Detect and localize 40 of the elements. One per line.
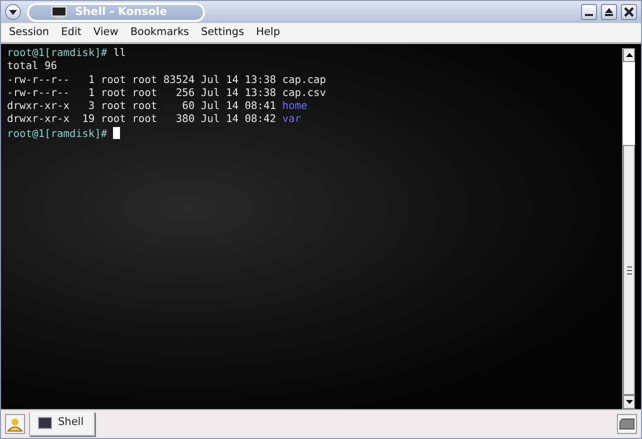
terminal-icon-button[interactable] (617, 414, 637, 434)
terminal-text: -rw-r--r-- 1 root root 256 Jul 14 13:38 cap.csv (7, 86, 326, 99)
terminal-text: drwxr-xr-x 19 root root 380 Jul 14 08:42 (7, 113, 277, 126)
window-menu-button[interactable] (5, 4, 21, 20)
grip-icon (626, 266, 632, 274)
up-arrow-icon (626, 53, 632, 57)
minimize-button[interactable] (581, 4, 597, 20)
caret-icon (8, 8, 18, 16)
terminal-text: total 96 (7, 60, 58, 72)
maximize-icon (604, 7, 614, 17)
terminal-icon (51, 6, 67, 18)
window-title: Shell - Konsole (75, 4, 168, 20)
shell-prompt: root@1[ramdisk]# (7, 128, 108, 140)
close-button[interactable] (621, 4, 637, 20)
menu-item[interactable]: Bookmarks (124, 24, 195, 40)
new-session-button[interactable] (5, 414, 25, 434)
terminal-icon (38, 417, 52, 429)
menu-item[interactable]: Session (3, 24, 56, 40)
close-icon (624, 7, 634, 17)
minimize-icon (585, 14, 593, 16)
shell-prompt: root@1[ramdisk]# (7, 47, 108, 59)
drive-icon (619, 418, 635, 430)
maximize-button[interactable] (601, 4, 617, 20)
menu-item[interactable]: Edit (55, 24, 88, 40)
session-tab[interactable]: Shell (29, 412, 95, 436)
terminal-text: -rw-r--r-- 1 root root 83524 Jul 14 13:38 cap.cap (7, 74, 326, 86)
menu-item[interactable]: Help (250, 24, 286, 40)
person-icon (7, 416, 23, 432)
menu-item[interactable]: Settings (195, 24, 250, 40)
down-arrow-icon (626, 400, 632, 404)
scrollbar-thumb[interactable] (623, 145, 635, 395)
text-cursor (113, 126, 120, 139)
scroll-up-button[interactable] (623, 48, 635, 62)
directory-name: home (282, 100, 308, 112)
terminal-text: ll (112, 47, 126, 59)
scrollbar[interactable] (622, 48, 635, 409)
menu-item[interactable]: View (87, 24, 124, 40)
terminal-text: drwxr-xr-x 3 root root 60 Jul 14 08:41 (7, 100, 277, 112)
scroll-down-button[interactable] (623, 395, 635, 409)
directory-name: var (282, 113, 302, 126)
